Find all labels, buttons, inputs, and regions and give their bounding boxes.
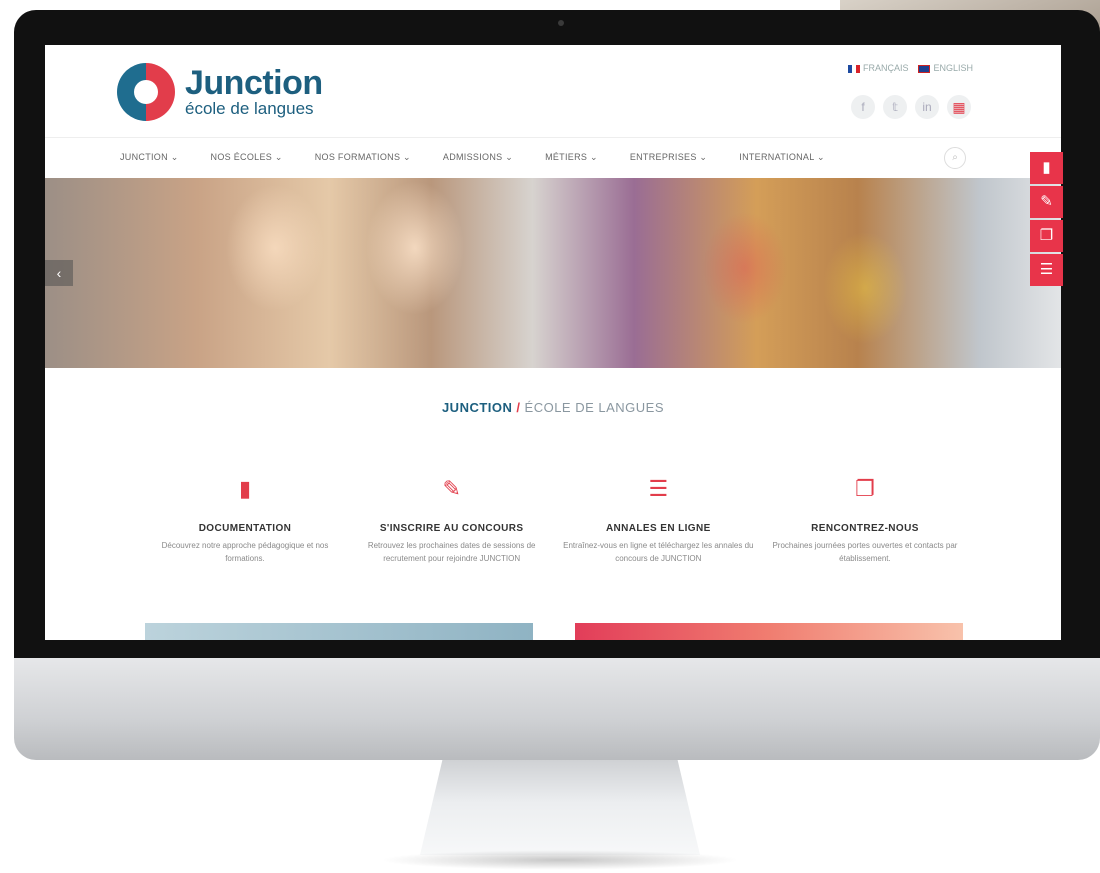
feature-annales[interactable]: ☰ ANNALES EN LIGNE Entraînez-vous en lig… — [558, 475, 758, 565]
pencil-icon: ✎ — [442, 476, 461, 501]
promo-card-right[interactable] — [575, 623, 963, 640]
flag-en-icon — [918, 64, 931, 73]
nav-item-admissions[interactable]: ADMISSIONS ⌄ — [443, 152, 513, 163]
logo-title: Junction — [185, 64, 323, 102]
language-fr[interactable]: FRANÇAIS — [847, 63, 909, 73]
hero-slider: ‹ ■ — [45, 178, 1061, 368]
search-icon[interactable]: ⌕ — [944, 147, 966, 169]
feature-description: Retrouvez les prochaines dates de sessio… — [367, 541, 536, 563]
apps-grid-icon[interactable]: ▦ — [947, 95, 971, 119]
pencil-icon[interactable]: ✎ — [1030, 186, 1063, 218]
nav-item-junction[interactable]: JUNCTION ⌄ — [120, 152, 179, 163]
promo-card-left[interactable] — [145, 623, 533, 640]
site-header: Junction école de langues FRANÇAIS ENGLI… — [45, 45, 1061, 135]
language-fr-label: FRANÇAIS — [862, 63, 909, 73]
list-icon: ☰ — [648, 476, 669, 501]
logo-subtitle: école de langues — [185, 99, 314, 118]
book-icon: ▮ — [238, 476, 252, 501]
flag-fr-icon — [847, 64, 860, 73]
feature-title: ANNALES EN LIGNE — [605, 523, 711, 534]
website-screen: Junction école de langues FRANÇAIS ENGLI… — [45, 45, 1061, 640]
camera — [558, 20, 564, 26]
social-links: f 𝕥 in ▦ — [851, 95, 971, 119]
main-nav: JUNCTION ⌄ NOS ÉCOLES ⌄ NOS FORMATIONS ⌄… — [45, 137, 1061, 177]
feature-description: Prochaines journées portes ouvertes et c… — [772, 541, 958, 563]
feature-title: S'INSCRIRE AU CONCOURS — [379, 523, 524, 534]
stand-shadow — [380, 850, 740, 870]
feature-inscription[interactable]: ✎ S'INSCRIRE AU CONCOURS Retrouvez les p… — [352, 475, 552, 565]
language-en-label: ENGLISH — [933, 63, 973, 73]
nav-item-nos-ecoles[interactable]: NOS ÉCOLES ⌄ — [211, 152, 283, 163]
side-quick-tabs: ▮ ✎ ❐ ☰ — [1030, 152, 1063, 288]
chat-icon[interactable]: ❐ — [1030, 220, 1063, 252]
chat-icon: ❐ — [855, 476, 875, 501]
features-row: ▮ DOCUMENTATION Découvrez notre approche… — [145, 475, 965, 565]
feature-description: Entraînez-vous en ligne et téléchargez l… — [563, 541, 754, 563]
feature-documentation[interactable]: ▮ DOCUMENTATION Découvrez notre approche… — [145, 475, 345, 565]
logo-mark-icon — [117, 63, 175, 121]
feature-description: Découvrez notre approche pédagogique et … — [161, 541, 329, 563]
language-en[interactable]: ENGLISH — [918, 63, 973, 73]
hero-prev-button[interactable]: ‹ — [45, 260, 73, 286]
section-title-brand: JUNCTION — [441, 400, 513, 415]
feature-title: RENCONTREZ-NOUS — [811, 523, 919, 534]
nav-item-nos-formations[interactable]: NOS FORMATIONS ⌄ — [315, 152, 411, 163]
nav-item-entreprises[interactable]: ENTREPRISES ⌄ — [630, 152, 707, 163]
language-switcher: FRANÇAIS ENGLISH — [847, 63, 973, 73]
feature-title: DOCUMENTATION — [198, 523, 292, 534]
monitor-stand — [420, 760, 700, 855]
section-title-rest: ÉCOLE DE LANGUES — [524, 400, 665, 415]
apple-logo-icon — [534, 682, 594, 734]
book-icon[interactable]: ▮ — [1030, 152, 1063, 184]
logo-text: Junction école de langues — [185, 66, 323, 118]
nav-item-international[interactable]: INTERNATIONAL ⌄ — [739, 152, 825, 163]
section-title-separator: / — [516, 400, 521, 415]
linkedin-icon[interactable]: in — [915, 95, 939, 119]
facebook-icon[interactable]: f — [851, 95, 875, 119]
site-logo[interactable]: Junction école de langues — [117, 63, 323, 121]
twitter-icon[interactable]: 𝕥 — [883, 95, 907, 119]
section-title: JUNCTION / ÉCOLE DE LANGUES — [45, 400, 1061, 415]
nav-item-metiers[interactable]: MÉTIERS ⌄ — [545, 152, 598, 163]
feature-rencontrez-nous[interactable]: ❐ RENCONTREZ-NOUS Prochaines journées po… — [765, 475, 965, 565]
list-icon[interactable]: ☰ — [1030, 254, 1063, 286]
stage: Junction école de langues FRANÇAIS ENGLI… — [0, 0, 1100, 873]
